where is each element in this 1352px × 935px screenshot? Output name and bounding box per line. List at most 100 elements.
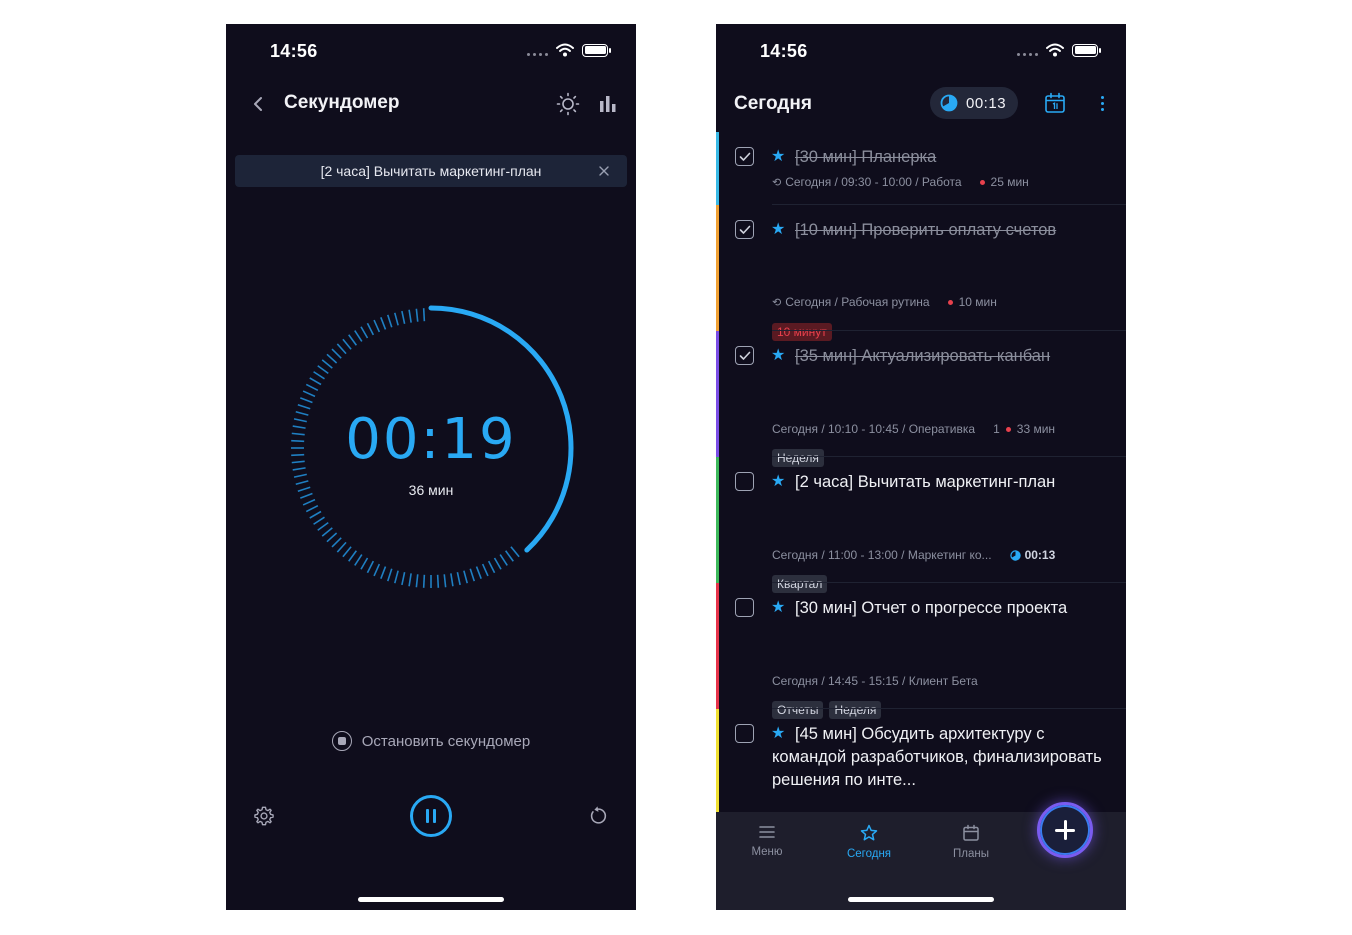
dial-tick <box>408 573 412 587</box>
dial-tick <box>393 570 399 584</box>
running-timer-chip[interactable]: 00:13 <box>930 87 1018 119</box>
gear-icon <box>254 806 274 826</box>
task-duration: 25 мин <box>990 175 1029 189</box>
task-checkbox[interactable] <box>735 346 754 365</box>
dial-tick <box>415 574 419 588</box>
task-meta: Сегодня / 11:00 - 13:00 / Маркетинг ко..… <box>772 548 1116 562</box>
dial-tick <box>354 554 363 566</box>
task-row[interactable]: ★ [35 мин] Актуализировать канбан Сегодня … <box>716 331 1126 467</box>
dial-tick <box>302 390 316 398</box>
stopwatch-screen: 14:56 Секундомер [2 часа] Вычитать марке… <box>226 24 636 910</box>
status-time: 14:56 <box>270 41 318 61</box>
nav-item-menu[interactable]: Меню <box>732 824 802 858</box>
task-title: [45 мин] Обсудить архитектуру с командой… <box>772 725 1102 789</box>
dial-tick <box>305 504 319 513</box>
dial-tick <box>475 566 482 579</box>
dial-tick <box>380 317 387 330</box>
dial-tick <box>317 365 329 374</box>
dial-tick <box>510 546 520 558</box>
tracked-dot-icon <box>979 179 985 185</box>
dial-tick <box>443 574 447 588</box>
running-timer-value: 00:13 <box>966 94 1007 112</box>
dial-tick <box>360 557 369 570</box>
dial-tick <box>305 383 319 392</box>
task-schedule: Сегодня / 11:00 - 13:00 / Маркетинг ко..… <box>772 548 992 562</box>
task-checkbox[interactable] <box>735 147 754 166</box>
dial-tick <box>342 546 352 558</box>
brightness-button[interactable] <box>554 90 582 118</box>
dial-tick <box>321 359 333 369</box>
dial-tick <box>331 348 342 359</box>
dial-tick <box>401 572 406 586</box>
task-schedule: Сегодня / Рабочая рутина <box>785 295 930 309</box>
nav-label: Сегодня <box>846 848 892 860</box>
task-checkbox[interactable] <box>735 220 754 239</box>
back-button[interactable] <box>246 90 270 118</box>
dial-tick <box>401 310 406 324</box>
task-title: [30 мин] Планерка <box>795 148 937 166</box>
repeat-icon: ⟲ <box>772 296 782 309</box>
status-time: 14:56 <box>760 41 808 61</box>
dial-tick <box>302 498 316 506</box>
tracked-dot-icon <box>947 299 953 305</box>
dial-tick <box>309 510 322 519</box>
calendar-button[interactable] <box>1042 90 1068 116</box>
dial-tick <box>326 532 338 543</box>
task-color-bar <box>716 331 719 457</box>
task-color-bar <box>716 709 719 812</box>
task-title: [35 мин] Актуализировать канбан <box>795 347 1051 365</box>
banner-close-button[interactable] <box>595 161 613 181</box>
pause-button[interactable] <box>410 795 452 837</box>
tracked-dot-icon <box>1005 426 1011 432</box>
task-checkbox[interactable] <box>735 598 754 617</box>
task-schedule: Сегодня / 14:45 - 15:15 / Клиент Бета <box>772 674 978 688</box>
menu-icon <box>759 826 775 838</box>
task-meta: Сегодня / 10:10 - 10:45 / Оперативка 1 33 … <box>772 422 1116 436</box>
dial-tick <box>342 338 352 350</box>
stop-stopwatch-button[interactable]: Остановить секундомер <box>226 730 636 752</box>
task-title: [2 часа] Вычитать маркетинг-план <box>795 473 1056 491</box>
sun-icon <box>556 92 580 116</box>
dial-tick <box>487 560 496 574</box>
dial-tick <box>516 542 525 552</box>
check-icon <box>739 351 750 360</box>
check-icon <box>739 225 750 234</box>
task-row[interactable]: ★ [2 часа] Вычитать маркетинг-план Сегодня… <box>716 457 1126 593</box>
task-list: ★ [30 мин] Планерка ⟲ Сегодня / 09:30 - 10:… <box>716 132 1126 812</box>
task-duration: 10 мин <box>958 295 997 309</box>
task-checkbox[interactable] <box>735 472 754 491</box>
current-task-banner[interactable]: [2 часа] Вычитать маркетинг-план <box>235 155 627 187</box>
signal-icon <box>1017 52 1038 56</box>
dial-tick <box>300 397 313 404</box>
task-title: [10 мин] Проверить оплату счетов <box>795 221 1057 239</box>
dial-tick <box>326 353 338 364</box>
task-row[interactable]: ★ [30 мин] Планерка ⟲ Сегодня / 09:30 - 10:… <box>716 132 1126 205</box>
task-meta: Сегодня / 14:45 - 15:15 / Клиент Бета <box>772 674 1116 688</box>
add-task-button[interactable] <box>1037 802 1093 858</box>
task-meta: ⟲ Сегодня / 09:30 - 10:00 / Работа 25 мин <box>772 175 1116 189</box>
dial-tick <box>321 527 333 537</box>
home-indicator <box>848 897 994 902</box>
dial-tick <box>481 563 489 577</box>
dial-tick <box>456 572 461 586</box>
nav-item-today[interactable]: Сегодня <box>834 824 904 860</box>
task-schedule: Сегодня / 09:30 - 10:00 / Работа <box>785 175 962 189</box>
task-title: [30 мин] Отчет о прогрессе проекта <box>795 599 1068 617</box>
dial-tick <box>354 330 363 342</box>
task-checkbox[interactable] <box>735 724 754 743</box>
battery-icon <box>1072 43 1101 57</box>
task-count: 1 <box>993 422 1000 436</box>
dial-tick <box>366 560 375 574</box>
nav-label: Меню <box>751 846 783 858</box>
more-options-button[interactable] <box>1092 90 1112 116</box>
task-row[interactable]: ★ [10 мин] Проверить оплату счетов ⟲ Сегодн… <box>716 205 1126 341</box>
settings-button[interactable] <box>250 802 278 830</box>
app-header: Секундомер <box>226 86 636 122</box>
dial-tick <box>348 550 357 562</box>
wifi-icon <box>556 43 574 57</box>
nav-item-plans[interactable]: Планы <box>936 824 1006 860</box>
statistics-button[interactable] <box>594 90 622 118</box>
task-row[interactable]: ★ [45 мин] Обсудить архитектуру с командо… <box>716 709 1126 812</box>
reset-button[interactable] <box>584 802 612 830</box>
task-row[interactable]: ★ [30 мин] Отчет о прогрессе проекта Сегод… <box>716 583 1126 719</box>
